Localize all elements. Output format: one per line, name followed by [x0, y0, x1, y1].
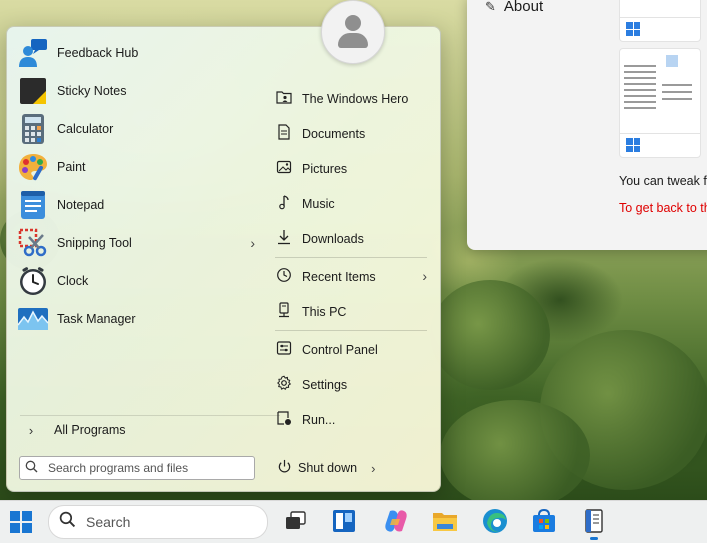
shutdown-label: Shut down [298, 461, 358, 475]
file-explorer-icon[interactable] [431, 507, 459, 535]
place-label: This PC [302, 304, 347, 319]
place-label: Documents [302, 126, 366, 141]
place-recent-items[interactable]: Recent Items › [273, 259, 427, 294]
place-label: Settings [302, 377, 348, 392]
taskbar-search-label: Search [86, 514, 131, 530]
divider [20, 415, 280, 416]
place-control-panel[interactable]: Control Panel [273, 332, 427, 367]
place-this-pc[interactable]: This PC [273, 294, 427, 329]
chevron-right-icon[interactable]: › [250, 235, 255, 251]
program-label: Clock [57, 274, 89, 288]
preview-thumbnail[interactable] [619, 48, 701, 158]
place-user-folder[interactable]: The Windows Hero [273, 81, 427, 116]
program-label: Task Manager [57, 312, 136, 326]
clock-icon [17, 265, 49, 297]
picture-icon [273, 159, 295, 178]
windows-logo-icon [626, 22, 640, 36]
place-settings[interactable]: Settings [273, 367, 427, 402]
control-panel-icon [273, 340, 295, 359]
pinned-programs-list: Feedback Hub Sticky Notes Calculator Pai… [15, 34, 255, 338]
program-label: Calculator [57, 122, 114, 136]
all-programs-label: All Programs [54, 423, 126, 437]
chevron-right-icon[interactable]: › [371, 461, 375, 476]
user-folder-icon [273, 89, 295, 108]
chevron-right-icon[interactable]: › [422, 268, 427, 284]
task-manager-icon [17, 303, 49, 335]
place-music[interactable]: Music [273, 186, 427, 221]
edge-icon[interactable] [481, 507, 509, 535]
divider [275, 330, 427, 331]
pen-icon: ✎ [485, 0, 496, 14]
notepad-icon [17, 189, 49, 221]
paint-icon [17, 151, 49, 183]
place-label: Downloads [302, 231, 364, 246]
places-list: The Windows Hero Documents Pictures Musi… [273, 81, 427, 437]
image-placeholder-icon [666, 55, 678, 67]
feedback-hub-icon [17, 37, 49, 69]
divider [275, 257, 427, 258]
document-preview-icon [624, 61, 656, 113]
start-menu: Feedback Hub Sticky Notes Calculator Pai… [6, 26, 441, 492]
widgets-icon[interactable] [330, 507, 358, 535]
avatar[interactable] [321, 0, 385, 64]
warning-text: To get back to th [619, 201, 707, 215]
preview-thumbnail[interactable] [619, 0, 701, 42]
snipping-tool-icon [17, 227, 49, 259]
search-icon [20, 460, 42, 476]
document-icon [273, 124, 295, 143]
program-sticky-notes[interactable]: Sticky Notes [15, 72, 255, 110]
windows-logo-icon [626, 138, 640, 152]
program-label: Feedback Hub [57, 46, 139, 60]
start-search-box[interactable] [19, 456, 255, 480]
program-feedback-hub[interactable]: Feedback Hub [15, 34, 255, 72]
settings-window: ✎ About You can tweak fu To get back to … [467, 0, 707, 250]
power-icon [273, 459, 295, 477]
clock-icon [273, 267, 295, 286]
place-pictures[interactable]: Pictures [273, 151, 427, 186]
about-label: About [503, 0, 544, 15]
program-paint[interactable]: Paint [15, 148, 255, 186]
place-label: Music [302, 196, 335, 211]
place-label: Run... [302, 412, 336, 427]
program-task-manager[interactable]: Task Manager [15, 300, 255, 338]
place-run[interactable]: Run... [273, 402, 427, 437]
program-clock[interactable]: Clock [15, 262, 255, 300]
program-snipping-tool[interactable]: Snipping Tool › [15, 224, 255, 262]
program-calculator[interactable]: Calculator [15, 110, 255, 148]
search-input[interactable] [46, 460, 245, 476]
all-programs-button[interactable]: › All Programs [20, 419, 126, 441]
about-link[interactable]: ✎ About [485, 0, 543, 15]
shutdown-button[interactable]: Shut down › [273, 456, 375, 480]
sticky-notes-icon [17, 75, 49, 107]
taskbar-search-box[interactable]: Search [48, 505, 268, 539]
program-label: Paint [57, 160, 86, 174]
program-notepad[interactable]: Notepad [15, 186, 255, 224]
gear-icon [273, 375, 295, 394]
taskbar: Search [0, 500, 707, 543]
chevron-right-icon: › [28, 422, 34, 438]
description-text: You can tweak fu [619, 174, 707, 188]
run-icon [273, 410, 295, 429]
search-icon [59, 511, 76, 533]
place-label: Control Panel [302, 342, 378, 357]
store-icon[interactable] [530, 507, 558, 535]
place-downloads[interactable]: Downloads [273, 221, 427, 256]
task-view-icon[interactable] [282, 507, 310, 535]
program-label: Notepad [57, 198, 105, 212]
program-label: Snipping Tool [57, 236, 132, 250]
computer-icon [273, 302, 295, 321]
copilot-icon[interactable] [382, 507, 410, 535]
place-label: Recent Items [302, 269, 376, 284]
program-label: Sticky Notes [57, 84, 127, 98]
download-icon [273, 229, 295, 248]
music-icon [273, 194, 295, 213]
place-label: Pictures [302, 161, 348, 176]
windows-start-icon[interactable] [10, 511, 32, 533]
notebook-app-icon[interactable] [580, 507, 608, 540]
calculator-icon [17, 113, 49, 145]
place-documents[interactable]: Documents [273, 116, 427, 151]
place-label: The Windows Hero [302, 91, 409, 106]
